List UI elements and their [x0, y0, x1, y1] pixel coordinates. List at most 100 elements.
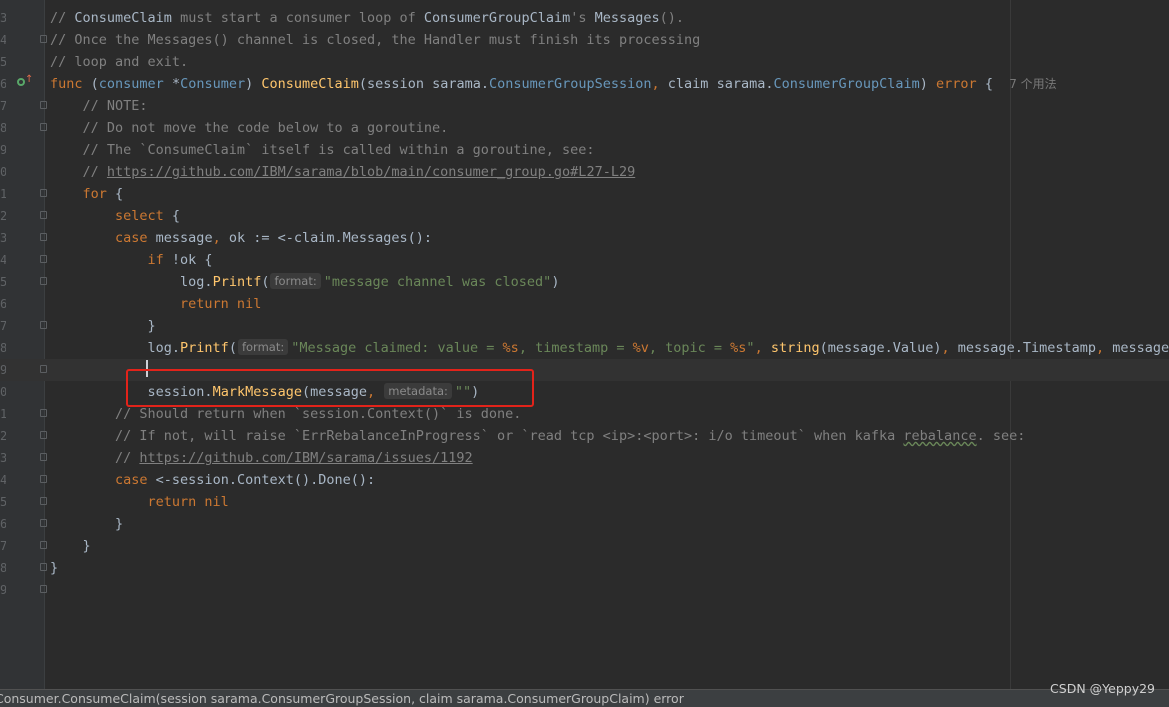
line-number: 8 [0, 337, 6, 359]
code-line[interactable]: 7 // NOTE: [0, 95, 1169, 117]
code-line[interactable]: 3 // https://github.com/IBM/sarama/issue… [0, 447, 1169, 469]
code-text[interactable]: // ConsumeClaim must start a consumer lo… [50, 7, 684, 29]
code-token: } [50, 318, 156, 334]
code-text[interactable]: } [50, 513, 123, 535]
fold-marker-icon[interactable] [40, 277, 47, 285]
code-text[interactable]: return nil [50, 293, 261, 315]
line-number: 0 [0, 381, 6, 403]
code-line[interactable]: 5 log.Printf(format: "message channel was… [0, 271, 1169, 293]
code-line[interactable]: 8 log.Printf(format: "Message claimed: va… [0, 337, 1169, 359]
fold-marker-icon[interactable] [40, 211, 47, 219]
fold-marker-icon[interactable] [40, 189, 47, 197]
line-number: 9 [0, 139, 6, 161]
code-text[interactable]: } [50, 535, 91, 557]
code-line[interactable]: 0 // https://github.com/IBM/sarama/blob/… [0, 161, 1169, 183]
code-token: // [50, 450, 140, 466]
fold-marker-icon[interactable] [40, 475, 47, 483]
fold-marker-icon[interactable] [40, 431, 47, 439]
line-number-text: 1 [0, 187, 6, 201]
fold-marker-icon[interactable] [40, 35, 47, 43]
line-number: 1 [0, 183, 6, 205]
code-line[interactable]: 3 case message, ok := <-claim.Messages()… [0, 227, 1169, 249]
line-number-text: 5 [0, 55, 6, 69]
fold-marker-icon[interactable] [40, 585, 47, 593]
code-line[interactable]: 8} [0, 557, 1169, 579]
code-text[interactable]: case <-session.Context().Done(): [50, 469, 375, 491]
fold-marker-icon[interactable] [40, 255, 47, 263]
code-line[interactable]: 5 return nil [0, 491, 1169, 513]
code-line[interactable]: 7 } [0, 535, 1169, 557]
code-line[interactable]: 2 select { [0, 205, 1169, 227]
usages-inlay-link[interactable]: 7 个用法 [1009, 77, 1056, 91]
code-token: ( [90, 76, 99, 92]
code-text[interactable]: for { [50, 183, 124, 205]
code-token: %s [502, 340, 519, 356]
code-line[interactable]: 5 // loop and exit. [0, 51, 1169, 73]
fold-marker-icon[interactable] [40, 541, 47, 549]
code-line[interactable]: 9 // The `ConsumeClaim` itself is called… [0, 139, 1169, 161]
code-line[interactable]: 4 case <-session.Context().Done(): [0, 469, 1169, 491]
implements-arrow-icon[interactable]: ↑ [25, 75, 33, 85]
fold-marker-icon[interactable] [40, 321, 47, 329]
code-text[interactable]: if !ok { [50, 249, 213, 271]
line-number-text: 8 [0, 561, 6, 575]
code-text[interactable]: // loop and exit. [50, 51, 188, 73]
fold-marker-icon[interactable] [40, 365, 47, 373]
code-token: // [50, 10, 75, 26]
code-token: ConsumeClaim [261, 76, 359, 92]
code-text[interactable]: return nil [50, 491, 229, 513]
code-token: return nil [50, 494, 229, 510]
code-token: !ok { [171, 252, 213, 268]
code-text[interactable]: // https://github.com/IBM/sarama/blob/ma… [50, 161, 636, 183]
fold-marker-icon[interactable] [40, 101, 47, 109]
status-signature-text: Consumer.ConsumeClaim(session sarama.Con… [0, 691, 684, 706]
code-text[interactable]: } [50, 557, 58, 579]
code-token: 's [570, 10, 595, 26]
code-line[interactable]: 1 for { [0, 183, 1169, 205]
code-token: Messages [594, 10, 660, 26]
parameter-hint: format: [237, 339, 289, 355]
code-line[interactable]: 6 func (consumer *Consumer) ConsumeClaim(… [0, 73, 1169, 95]
code-line[interactable]: 3 // ConsumeClaim must start a consumer l… [0, 7, 1169, 29]
code-token: log. [50, 274, 213, 290]
fold-marker-icon[interactable] [40, 233, 47, 241]
code-text[interactable]: case message, ok := <-claim.Messages(): [50, 227, 432, 249]
fold-marker-icon[interactable] [40, 519, 47, 527]
code-text[interactable]: log.Printf(format: "message channel was c… [50, 271, 559, 293]
code-token: { [163, 208, 181, 224]
code-line[interactable]: 7 } [0, 315, 1169, 337]
code-text[interactable]: func (consumer *Consumer) ConsumeClaim(s… [50, 73, 1057, 95]
code-text[interactable]: // Do not move the code below to a gorou… [50, 117, 449, 139]
code-text[interactable]: // Once the Messages() channel is closed… [50, 29, 700, 51]
code-line[interactable]: 6 } [0, 513, 1169, 535]
fold-marker-icon[interactable] [40, 497, 47, 505]
code-line[interactable]: 9 [0, 579, 1169, 601]
code-token: { [106, 186, 124, 202]
code-line[interactable]: 6 return nil [0, 293, 1169, 315]
line-number: 3 [0, 447, 6, 469]
code-line[interactable]: 8 // Do not move the code below to a gor… [0, 117, 1169, 139]
code-text[interactable]: log.Printf(format: "Message claimed: valu… [50, 337, 1169, 359]
code-line[interactable]: 4 if !ok { [0, 249, 1169, 271]
line-number: 5 [0, 271, 6, 293]
fold-marker-icon[interactable] [40, 563, 47, 571]
code-text[interactable]: } [50, 315, 156, 337]
code-text[interactable]: select { [50, 205, 180, 227]
line-number: 2 [0, 425, 6, 447]
code-token: (): [350, 472, 376, 488]
code-text[interactable]: // If not, will raise `ErrRebalanceInPro… [50, 425, 1025, 447]
code-token: // NOTE: [50, 98, 148, 114]
run-gutter-icon[interactable] [17, 78, 25, 86]
code-line[interactable]: 2 // If not, will raise `ErrRebalanceInP… [0, 425, 1169, 447]
fold-marker-icon[interactable] [40, 123, 47, 131]
code-text[interactable]: // The `ConsumeClaim` itself is called w… [50, 139, 595, 161]
line-number: 6 [0, 513, 6, 535]
fold-marker-icon[interactable] [40, 453, 47, 461]
code-token[interactable]: https://github.com/IBM/sarama/issues/119… [139, 450, 472, 466]
code-line[interactable]: 4 // Once the Messages() channel is close… [0, 29, 1169, 51]
code-token[interactable]: https://github.com/IBM/sarama/blob/main/… [107, 164, 635, 180]
code-editor[interactable]: 3 // ConsumeClaim must start a consumer l… [0, 0, 1169, 689]
code-text[interactable]: // NOTE: [50, 95, 148, 117]
code-text[interactable]: // https://github.com/IBM/sarama/issues/… [50, 447, 473, 469]
fold-marker-icon[interactable] [40, 409, 47, 417]
